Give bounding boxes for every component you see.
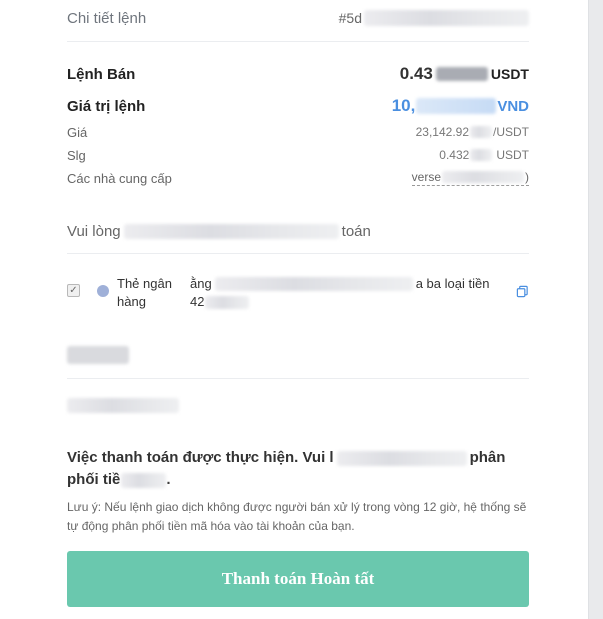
order-detail-title: Chi tiết lệnh [67,9,147,27]
method-desc-prefix: ằng [190,276,212,291]
method-desc-suffix: a ba loại tiền [415,276,490,291]
order-value-prefix: 10, [391,96,416,115]
quantity-value: 0.432 USDT [439,148,529,162]
payment-method-dot-icon [97,285,109,297]
payment-complete-button[interactable]: Thanh toán Hoàn tất [67,551,529,607]
order-detail-card: Chi tiết lệnh #5d Lệnh Bán 0.43 USDT Giá… [0,0,589,619]
provider-suffix: ) [525,170,529,184]
order-side-label: Lệnh Bán [67,65,136,83]
payment-instruction-prefix: Vui lòng [67,222,121,240]
quantity-row: Slg 0.432 USDT [67,146,529,164]
quantity-unit: USDT [496,148,529,162]
payment-method-checkbox[interactable]: ✓ [67,284,80,297]
price-redacted [470,126,492,138]
notice-prefix: Việc thanh toán được thực hiện. Vui l [67,449,334,466]
payment-method-label: Thẻ ngân hàng [117,276,172,309]
copy-icon[interactable] [516,285,529,298]
method-desc-line2-redacted [205,295,250,309]
price-row: Giá 23,142.92 /USDT [67,123,529,141]
order-amount-unit: USDT [490,66,529,82]
payment-notice: Việc thanh toán được thực hiện. Vui l ph… [67,447,529,491]
notice-redacted [336,450,467,466]
provider-row: Các nhà cung cấp verse ) [67,169,529,187]
order-value-redacted [416,98,497,114]
order-value: 10, VND [392,96,529,116]
method-desc-line2: 42 [190,294,205,309]
provider-value[interactable]: verse ) [411,170,529,186]
divider [67,253,529,254]
notice-line2: phối tiề [67,471,121,488]
provider-label: Các nhà cung cấp [67,170,172,186]
price-suffix: /USDT [493,125,529,139]
redacted-field-label [67,346,529,368]
order-value-row: Giá trị lệnh 10, VND [67,94,529,118]
provider-redacted [442,171,524,183]
notice-end: . [166,471,171,488]
price-value: 23,142.92 /USDT [416,125,529,139]
order-id-redacted [364,10,529,26]
order-value-label: Giá trị lệnh [67,97,146,115]
divider [67,378,529,379]
auto-distribution-note: Lưu ý: Nếu lệnh giao dịch không được ngư… [67,500,527,533]
notice-line2-redacted [121,472,167,488]
redacted-field-value [67,397,529,417]
order-amount-redacted [435,67,488,81]
redacted-field-value-blur [67,398,179,414]
method-desc-redacted [214,277,413,291]
payment-method-description: ằng a ba loại tiền 42 [190,275,510,311]
payment-instruction: Vui lòng toán [67,220,529,242]
order-amount: 0.43 USDT [400,64,529,84]
notice-middle: phân [469,449,506,466]
divider [67,41,529,42]
order-amount-prefix: 0.43 [399,64,433,83]
payment-instruction-redacted [123,223,339,239]
quantity-redacted [470,149,493,161]
order-amount-row: Lệnh Bán 0.43 USDT [67,62,529,86]
order-id: #5d [339,10,529,26]
provider-prefix: verse [411,170,441,184]
order-value-unit: VND [497,97,529,115]
payment-instruction-suffix: toán [341,222,371,240]
order-id-prefix: #5d [338,10,362,26]
redacted-field-label-blur [67,346,129,364]
price-prefix: 23,142.92 [415,125,469,139]
price-label: Giá [67,124,88,140]
order-header: Chi tiết lệnh #5d [67,6,529,30]
quantity-label: Slg [67,147,86,163]
quantity-prefix: 0.432 [439,148,470,162]
